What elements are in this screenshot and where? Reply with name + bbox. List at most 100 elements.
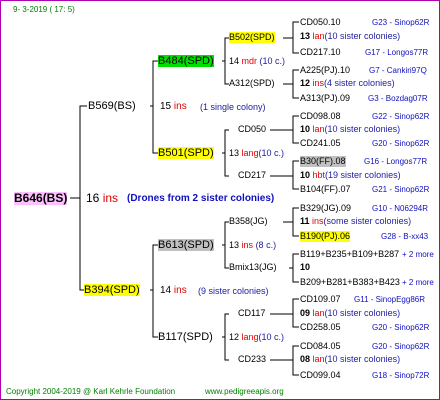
- leaf-b209-group[interactable]: B209+B281+B383+B423: [300, 277, 400, 288]
- website-link[interactable]: www.pedigreeapis.org: [205, 386, 284, 397]
- b613-num: 13: [229, 240, 240, 250]
- a312-unit: ins: [312, 78, 325, 88]
- b569-note: (1 single colony): [200, 102, 266, 112]
- leaf-b30-breeder: G16 - Longos77R: [364, 157, 428, 166]
- cd050-num: 10: [300, 124, 311, 134]
- b117-count: 12 lang(10 c.): [229, 332, 284, 343]
- a312-num: 12: [300, 78, 311, 88]
- leaf-cd241[interactable]: CD241.05: [300, 138, 341, 149]
- cd233-count: 08 lan(10 sister colonies): [300, 354, 400, 365]
- queen-bmix13[interactable]: Bmix13(JG): [229, 262, 277, 273]
- b613-unit: ins: [241, 240, 254, 250]
- a312-note: (4 sister colonies): [324, 78, 395, 88]
- cd050-note: (10 sister colonies): [324, 124, 401, 134]
- leaf-a225-breeder: G7 - Cankiri97Q: [369, 66, 427, 75]
- leaf-b190-breeder: G28 - B-xx43: [381, 232, 429, 241]
- cd217-num: 10: [300, 170, 311, 180]
- leaf-cd109[interactable]: CD109.07: [300, 294, 341, 305]
- leaf-cd241-breeder: G20 - Sinop62R: [372, 139, 430, 148]
- cd117-count: 09 lan(10 sister colonies): [300, 308, 400, 319]
- b394-note: (9 sister colonies): [198, 286, 269, 296]
- leaf-b119-group[interactable]: B119+B235+B109+B287: [300, 249, 399, 260]
- root-queen[interactable]: B646(BS): [14, 192, 68, 205]
- queen-cd117[interactable]: CD117: [238, 308, 265, 319]
- b569-unit: ins: [173, 101, 187, 112]
- leaf-cd098[interactable]: CD098.08: [300, 111, 341, 122]
- leaf-a313[interactable]: A313(PJ).09: [300, 93, 350, 104]
- leaf-b329-breeder: G10 - N06294R: [372, 204, 429, 213]
- b501-count: 13 lang(10 c.): [229, 148, 284, 159]
- b502-note: (10 sister colonies): [324, 31, 401, 41]
- b484-note: (10 c.): [259, 56, 286, 66]
- leaf-cd258-breeder: G20 - Sinop62R: [372, 323, 430, 332]
- queen-cd217[interactable]: CD217: [238, 170, 266, 181]
- b613-note: (8 c.): [255, 240, 277, 250]
- leaf-b209-more: + 2 more: [402, 278, 434, 287]
- root-count: 16 ins: [86, 192, 118, 205]
- b358-unit: ins: [312, 216, 324, 226]
- b484-unit: mdr: [241, 56, 258, 66]
- leaf-a225[interactable]: A225(PJ).10: [300, 65, 350, 76]
- leaf-b30[interactable]: B30(FF).08: [300, 156, 346, 167]
- cd233-note: (10 sister colonies): [324, 354, 401, 364]
- b484-num: 14: [229, 56, 240, 66]
- leaf-b190[interactable]: B190(PJ).06: [300, 231, 351, 242]
- b502-count: 13 lan(10 sister colonies): [300, 31, 400, 42]
- leaf-cd109-breeder: G11 - SinopEgg86R: [354, 295, 426, 304]
- root-note: (Drones from 2 sister colonies): [127, 193, 275, 204]
- cd117-num: 09: [300, 308, 311, 318]
- queen-b394[interactable]: B394(SPD): [84, 284, 140, 296]
- cd233-num: 08: [300, 354, 311, 364]
- leaf-cd099[interactable]: CD099.04: [300, 370, 341, 381]
- leaf-b119-more: + 2 more: [402, 250, 434, 259]
- leaf-cd217-10[interactable]: CD217.10: [300, 47, 341, 58]
- queen-b117[interactable]: B117(SPD): [158, 331, 213, 343]
- b569-num: 15: [160, 101, 172, 112]
- leaf-cd084-breeder: G20 - Sinop62R: [372, 342, 430, 351]
- cd117-note: (10 sister colonies): [324, 308, 401, 318]
- queen-b502[interactable]: B502(SPD): [229, 32, 275, 43]
- b117-unit: lang: [241, 332, 259, 342]
- cd117-unit: lan: [312, 308, 325, 318]
- b117-num: 12: [229, 332, 240, 342]
- leaf-b104[interactable]: B104(FF).07: [300, 184, 351, 195]
- queen-b501[interactable]: B501(SPD): [158, 147, 214, 159]
- leaf-cd050-10-breeder: G23 - Sinop62R: [372, 18, 430, 27]
- b613-count: 13 ins (8 c.): [229, 240, 276, 251]
- cd217-note: (19 sister colonies): [325, 170, 401, 180]
- cd233-unit: lan: [312, 354, 325, 364]
- queen-cd233[interactable]: CD233: [238, 354, 266, 365]
- b501-unit: lang: [241, 148, 259, 158]
- b394-unit: ins: [173, 285, 187, 296]
- b394-count: 14 ins: [160, 285, 187, 296]
- leaf-cd217-10-breeder: G17 - Longos77R: [365, 48, 429, 57]
- b569-count: 15 ins: [160, 101, 187, 112]
- queen-b484[interactable]: B484(SPD): [158, 55, 214, 67]
- date-line: 9- 3-2019 ( 17: 5): [13, 5, 75, 14]
- queen-a312[interactable]: A312(SPD): [229, 78, 275, 89]
- queen-b358[interactable]: B358(JG): [229, 216, 268, 227]
- leaf-cd258[interactable]: CD258.05: [300, 322, 341, 333]
- root-unit: ins: [102, 191, 119, 205]
- leaf-cd084[interactable]: CD084.05: [300, 341, 341, 352]
- leaf-b329[interactable]: B329(JG).09: [300, 203, 351, 214]
- queen-cd050[interactable]: CD050: [238, 124, 266, 135]
- bmix-count: 10: [300, 262, 311, 272]
- leaf-cd099-breeder: G18 - Sinop72R: [372, 371, 430, 380]
- b394-num: 14: [160, 285, 172, 296]
- queen-b569[interactable]: B569(BS): [88, 100, 136, 112]
- b501-note: (10 c.): [258, 148, 285, 158]
- b358-count: 11 ins(some sister colonies): [300, 216, 411, 227]
- cd217-count: 10 hbt(19 sister colonies): [300, 170, 401, 181]
- queen-b613[interactable]: B613(SPD): [158, 239, 214, 251]
- copyright-text: Copyright 2004-2019 @ Karl Kehrle Founda…: [6, 387, 176, 396]
- root-num: 16: [86, 191, 100, 205]
- cd050-unit: lan: [312, 124, 325, 134]
- leaf-cd050-10[interactable]: CD050.10: [300, 17, 341, 28]
- leaf-a313-breeder: G3 - Bozdag07R: [368, 94, 428, 103]
- cd050-count: 10 lan(10 sister colonies): [300, 124, 400, 135]
- b502-unit: lan: [312, 31, 325, 41]
- b484-count: 14 mdr (10 c.): [229, 56, 285, 67]
- leaf-b104-breeder: G21 - Sinop62R: [372, 185, 430, 194]
- b117-note: (10 c.): [258, 332, 285, 342]
